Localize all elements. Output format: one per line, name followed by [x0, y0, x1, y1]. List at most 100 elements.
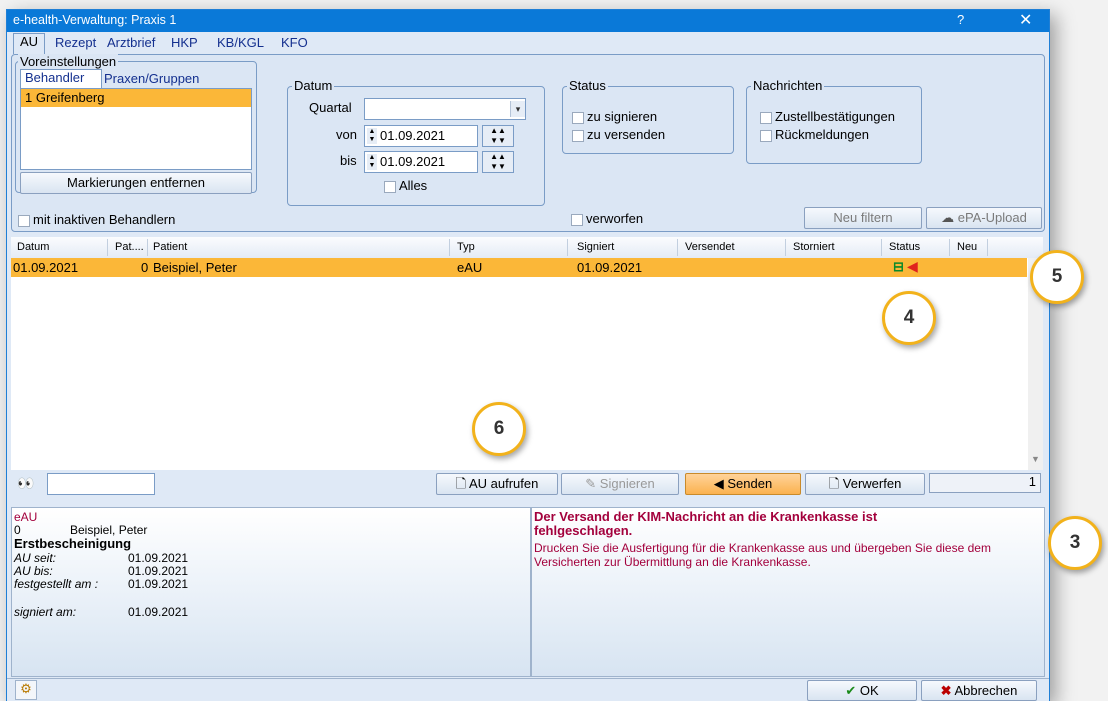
gear-icon[interactable]: ⚙ [15, 680, 37, 700]
festgestellt-value: 01.09.2021 [128, 577, 189, 591]
date-spinner-icon[interactable]: ▲ ▼ [367, 154, 377, 170]
au-table: 01.09.2021 0 Beispiel, Peter eAU 01.09.2… [11, 258, 1043, 470]
table-row[interactable]: 01.09.2021 0 Beispiel, Peter eAU 01.09.2… [11, 258, 1027, 277]
tab-hkp[interactable]: HKP [171, 35, 198, 53]
column-separator [107, 239, 108, 256]
checkbox-icon [572, 129, 584, 142]
tab-rezept[interactable]: Rezept [55, 35, 96, 53]
column-storniert[interactable]: Storniert [793, 241, 835, 253]
signiert-value: 01.09.2021 [128, 605, 189, 619]
quartal-select[interactable]: ▾ [364, 98, 526, 120]
column-separator [449, 239, 450, 256]
main-window: e-health-Verwaltung: Praxis 1 ? ✕ AU Rez… [6, 9, 1050, 701]
abbrechen-button[interactable]: ✖ Abbrechen [921, 680, 1037, 701]
column-separator [987, 239, 988, 256]
column-separator [677, 239, 678, 256]
cloud-upload-icon: ☁ [941, 210, 955, 225]
voreinstellungen-label: Voreinstellungen [18, 54, 119, 69]
quartal-label: Quartal [309, 100, 352, 115]
au-aufrufen-button[interactable]: 🗋 AU aufrufen [436, 473, 558, 495]
von-date-value: 01.09.2021 [380, 128, 446, 143]
markierungen-entfernen-button[interactable]: Markierungen entfernen [20, 172, 252, 194]
send-icon: ◀ [713, 476, 724, 491]
au-detail-panel: eAU 0 Beispiel, Peter Erstbescheinigung … [11, 507, 531, 677]
help-button[interactable]: ? [957, 12, 964, 27]
cell-signiert: 01.09.2021 [577, 260, 643, 275]
zustellbestaetigungen-checkbox[interactable]: Zustellbestätigungen [760, 109, 895, 124]
inaktive-behandler-checkbox[interactable]: mit inaktiven Behandlern [18, 212, 175, 227]
alles-checkbox[interactable]: Alles [384, 178, 427, 193]
column-datum[interactable]: Datum [17, 241, 49, 253]
nachrichten-group [746, 86, 922, 164]
subtab-behandler[interactable]: Behandler [20, 69, 102, 88]
abbrechen-label: Abbrechen [954, 683, 1018, 698]
detail-pat-no: 0 [14, 523, 21, 537]
senden-label: Senden [727, 476, 773, 491]
subtab-praxen-gruppen[interactable]: Praxen/Gruppen [104, 71, 199, 86]
signed-status-icon: ⊟ [893, 259, 904, 274]
detail-patient: Beispiel, Peter [70, 523, 148, 537]
binoculars-icon[interactable]: 👀 [17, 475, 34, 492]
column-separator [785, 239, 786, 256]
verwerfen-button[interactable]: 🗋 Verwerfen [805, 473, 925, 495]
column-patient[interactable]: Patient [153, 241, 187, 253]
verwerfen-label: Verwerfen [842, 476, 902, 491]
inaktive-behandler-label: mit inaktiven Behandlern [33, 212, 176, 227]
signiert-label: signiert am: [14, 605, 77, 619]
cell-pat: 0 [141, 260, 149, 275]
chevron-down-icon[interactable]: ▾ [510, 101, 525, 117]
au-bis-value: 01.09.2021 [128, 564, 189, 578]
message-panel: Der Versand der KIM-Nachricht an die Kra… [531, 507, 1045, 677]
von-date-input[interactable]: ▲ ▼ 01.09.2021 [364, 125, 478, 147]
column-versendet[interactable]: Versendet [685, 241, 735, 253]
callout-4: 4 [882, 291, 936, 345]
checkbox-icon [760, 129, 772, 142]
tab-kfo[interactable]: KFO [281, 35, 308, 53]
tab-kb-kgl[interactable]: KB/KGL [217, 35, 264, 53]
column-separator [949, 239, 950, 256]
tab-au[interactable]: AU [13, 33, 46, 54]
scroll-down-icon[interactable]: ▼ [1031, 454, 1040, 464]
ok-label: OK [859, 683, 879, 698]
table-header: Datum Pat.... Patient Typ Signiert Verse… [11, 237, 1043, 259]
column-separator [147, 239, 148, 256]
behandler-item-label: 1 Greifenberg [25, 90, 105, 105]
column-neu[interactable]: Neu [957, 241, 977, 253]
verworfen-label: verworfen [586, 211, 644, 226]
edit-icon: ✎ [585, 476, 597, 491]
send-failed-icon: ◀ [907, 258, 918, 274]
status-label: Status [567, 78, 608, 93]
detail-type: eAU [14, 510, 38, 524]
column-status[interactable]: Status [889, 241, 920, 253]
column-typ[interactable]: Typ [457, 241, 475, 253]
search-input[interactable] [47, 473, 155, 495]
callout-6: 6 [472, 402, 526, 456]
close-button[interactable]: ✕ [1019, 10, 1032, 30]
column-signiert[interactable]: Signiert [577, 241, 614, 253]
verworfen-checkbox[interactable]: verworfen [571, 211, 643, 226]
von-label: von [336, 127, 357, 142]
list-item[interactable]: 1 Greifenberg [21, 89, 251, 107]
signieren-label: Signieren [599, 476, 655, 491]
ok-button[interactable]: ✔ OK [807, 680, 917, 701]
cell-datum: 01.09.2021 [13, 260, 79, 275]
au-aufrufen-label: AU aufrufen [468, 476, 539, 491]
von-stepper-icon[interactable]: ▲▲ ▼▼ [482, 125, 514, 147]
senden-button[interactable]: ◀ Senden [685, 473, 801, 495]
zu-signieren-checkbox[interactable]: zu signieren [572, 109, 657, 124]
callout-3: 3 [1048, 516, 1102, 570]
au-seit-value: 01.09.2021 [128, 551, 189, 565]
detail-heading: Erstbescheinigung [14, 536, 132, 551]
tab-arztbrief[interactable]: Arztbrief [107, 35, 155, 53]
checkbox-icon [384, 180, 396, 193]
signieren-button[interactable]: ✎ Signieren [561, 473, 679, 495]
document-icon: 🗋 [455, 476, 467, 491]
epa-upload-button[interactable]: ☁ ePA-Upload [926, 207, 1042, 229]
bis-stepper-icon[interactable]: ▲▲ ▼▼ [482, 151, 514, 173]
neu-filtern-button[interactable]: Neu filtern [804, 207, 922, 229]
bis-date-input[interactable]: ▲ ▼ 01.09.2021 [364, 151, 478, 173]
column-pat[interactable]: Pat.... [115, 241, 144, 253]
date-spinner-icon[interactable]: ▲ ▼ [367, 128, 377, 144]
zu-versenden-checkbox[interactable]: zu versenden [572, 127, 665, 142]
rueckmeldungen-checkbox[interactable]: Rückmeldungen [760, 127, 869, 142]
